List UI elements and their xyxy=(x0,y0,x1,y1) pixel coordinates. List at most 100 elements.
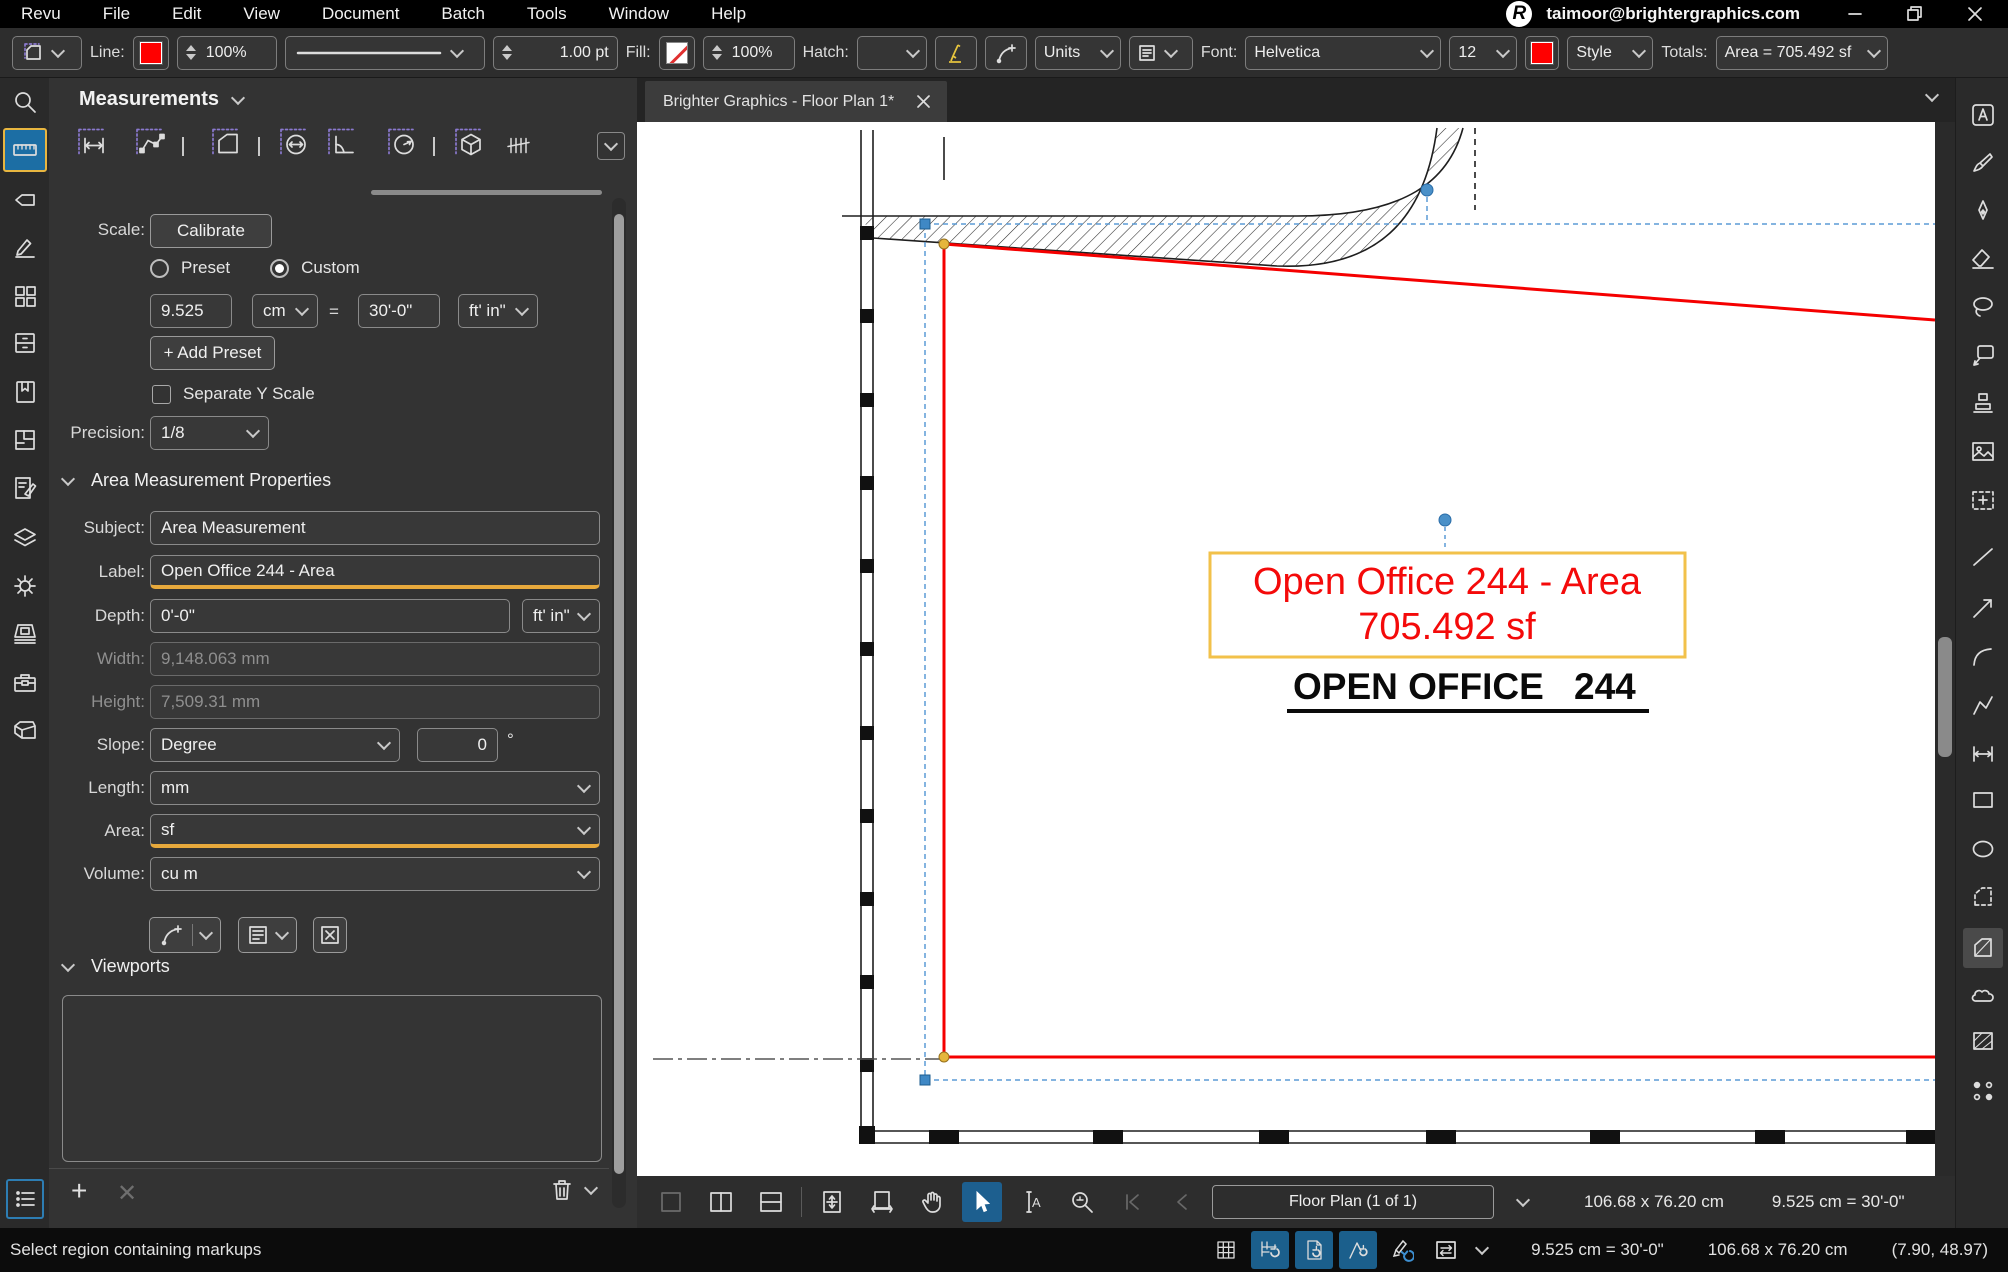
zoom-tool-icon[interactable] xyxy=(1062,1182,1102,1222)
callout-tool-icon[interactable] xyxy=(1963,335,2003,375)
font-family-dropdown[interactable]: Helvetica xyxy=(1245,36,1441,70)
stamp-tool-icon[interactable] xyxy=(1963,383,2003,423)
line-style-dropdown[interactable] xyxy=(285,36,485,70)
count-tool-icon[interactable] xyxy=(1963,1071,2003,1111)
account-email[interactable]: taimoor@brightergraphics.com xyxy=(1546,4,1800,24)
add-preset-button[interactable]: + Add Preset xyxy=(150,336,275,370)
single-pane-icon[interactable] xyxy=(651,1182,691,1222)
units-dropdown[interactable]: Units xyxy=(1035,36,1121,70)
signature-pen-icon[interactable] xyxy=(5,228,45,268)
volume-unit-dropdown[interactable]: cu m xyxy=(150,857,600,891)
tab-close-icon[interactable] xyxy=(916,94,931,109)
spinner-arrows-icon[interactable] xyxy=(712,45,722,60)
spinner-arrows-icon[interactable] xyxy=(186,45,196,60)
selection-handle[interactable] xyxy=(920,1075,930,1085)
menu-document[interactable]: Document xyxy=(301,4,420,24)
polylength-dropdown-chevron[interactable] xyxy=(182,137,184,155)
line-color-swatch[interactable] xyxy=(133,36,169,70)
tool-chest-icon[interactable] xyxy=(5,662,45,702)
amp-section-header[interactable]: Area Measurement Properties xyxy=(63,470,331,491)
slope-value-input[interactable]: 0 xyxy=(417,728,498,762)
vertex-handle[interactable] xyxy=(939,239,949,249)
first-page-icon[interactable] xyxy=(1112,1182,1152,1222)
angle-measurement-icon[interactable] xyxy=(326,127,360,166)
remove-viewport-button[interactable]: ✕ xyxy=(117,1179,137,1208)
radius-measurement-icon[interactable] xyxy=(386,127,420,166)
layers-icon[interactable] xyxy=(5,518,45,558)
brush-tool-icon[interactable] xyxy=(1963,143,2003,183)
edit-curve-button[interactable] xyxy=(985,36,1027,70)
status-options-chevron[interactable] xyxy=(1475,1241,1489,1255)
style-dropdown[interactable]: Style xyxy=(1567,36,1653,70)
polylength-measurement-icon[interactable] xyxy=(134,127,168,166)
search-icon[interactable] xyxy=(5,82,45,122)
minimize-button[interactable] xyxy=(1832,1,1878,27)
previous-page-icon[interactable] xyxy=(1162,1182,1202,1222)
menu-revu[interactable]: Revu xyxy=(0,4,82,24)
panel-scrollbar[interactable] xyxy=(612,198,626,1208)
menu-view[interactable]: View xyxy=(222,4,301,24)
menu-window[interactable]: Window xyxy=(588,4,690,24)
line-width-stepper[interactable]: 1.00 pt xyxy=(493,36,618,70)
caption-options-button[interactable] xyxy=(238,917,297,953)
markups-list-icon[interactable] xyxy=(5,468,45,508)
arc-tool-icon[interactable] xyxy=(1963,637,2003,677)
totals-dropdown[interactable]: Area = 705.492 sf xyxy=(1716,36,1888,70)
trash-options-chevron[interactable] xyxy=(584,1181,598,1195)
viewports-section-header[interactable]: Viewports xyxy=(63,956,170,977)
label-handle[interactable] xyxy=(1439,514,1451,526)
pen-tool-icon[interactable] xyxy=(1963,191,2003,231)
line-opacity-stepper[interactable]: 100% xyxy=(177,36,277,70)
document-tab[interactable]: Brighter Graphics - Floor Plan 1* xyxy=(645,81,947,122)
area-label-line1[interactable]: Open Office 244 - Area xyxy=(1253,561,1642,603)
cloud-tool-icon[interactable] xyxy=(1963,975,2003,1015)
split-vertical-icon[interactable] xyxy=(701,1182,741,1222)
image-tool-icon[interactable] xyxy=(1963,432,2003,472)
menu-edit[interactable]: Edit xyxy=(151,4,222,24)
select-tool-icon[interactable] xyxy=(962,1182,1002,1222)
spaces-icon[interactable] xyxy=(5,420,45,460)
tab-list-chevron[interactable] xyxy=(1925,88,1939,102)
snapshot-tool-icon[interactable] xyxy=(1963,481,2003,521)
document-canvas[interactable]: Open Office 244 - Area 705.492 sf OPEN O… xyxy=(637,122,1935,1176)
depth-input[interactable]: 0'-0" xyxy=(150,599,510,633)
fit-width-icon[interactable] xyxy=(862,1182,902,1222)
fill-opacity-stepper[interactable]: 100% xyxy=(703,36,795,70)
status-scale[interactable]: 9.525 cm = 30'-0" xyxy=(1531,1240,1664,1260)
precision-dropdown[interactable]: 1/8 xyxy=(150,416,269,450)
studio-3d-icon[interactable] xyxy=(5,711,45,751)
caption-dropdown[interactable] xyxy=(1129,36,1193,70)
bookmarks-icon[interactable] xyxy=(5,372,45,412)
edit-vertices-button[interactable] xyxy=(149,917,221,953)
synchronize-views-icon[interactable] xyxy=(1427,1231,1465,1269)
polygon-tool-icon[interactable] xyxy=(1963,877,2003,917)
menu-help[interactable]: Help xyxy=(690,4,767,24)
length-unit-dropdown[interactable]: mm xyxy=(150,771,600,805)
dimension-tool-icon[interactable] xyxy=(1963,734,2003,774)
close-button[interactable] xyxy=(1952,1,1998,27)
menu-file[interactable]: File xyxy=(82,4,151,24)
tool-sets-icon[interactable] xyxy=(5,276,45,316)
label-input[interactable]: Open Office 244 - Area xyxy=(150,555,600,589)
split-horizontal-icon[interactable] xyxy=(751,1182,791,1222)
panel-title[interactable]: Measurements xyxy=(79,88,243,111)
scale-to-value-input[interactable]: 30'-0" xyxy=(358,294,440,328)
pan-tool-icon[interactable] xyxy=(912,1182,952,1222)
scale-to-unit-dropdown[interactable]: ft' in" xyxy=(458,294,538,328)
radius-dropdown-chevron[interactable] xyxy=(433,137,435,155)
measurements-panel-icon[interactable] xyxy=(3,128,47,172)
more-tools-chevron[interactable] xyxy=(597,132,625,160)
file-access-icon[interactable] xyxy=(5,323,45,363)
fit-page-icon[interactable] xyxy=(812,1182,852,1222)
page-selector-chevron[interactable] xyxy=(1516,1193,1530,1207)
polyline-tool-icon[interactable] xyxy=(1963,686,2003,726)
vertex-handle[interactable] xyxy=(939,1052,949,1062)
rectangle-tool-icon[interactable] xyxy=(1963,780,2003,820)
hatch-tool-icon[interactable] xyxy=(1963,1021,2003,1061)
snap-to-markups-icon[interactable] xyxy=(1339,1231,1377,1269)
hatch-dropdown[interactable] xyxy=(857,36,927,70)
arrow-tool-icon[interactable] xyxy=(1963,588,2003,628)
ellipse-tool-icon[interactable] xyxy=(1963,829,2003,869)
scale-unit-dropdown[interactable]: cm xyxy=(252,294,318,328)
page-selector[interactable]: Floor Plan (1 of 1) xyxy=(1212,1185,1494,1219)
